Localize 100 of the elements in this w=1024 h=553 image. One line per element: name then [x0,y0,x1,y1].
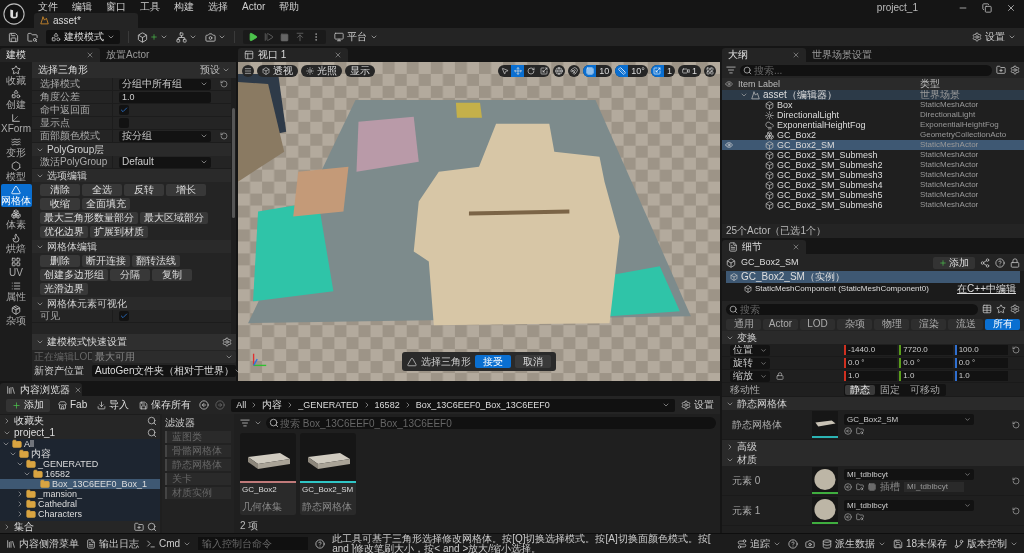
outliner-search-field[interactable]: 搜索... [740,64,992,76]
category-tab[interactable]: 烘焙 [0,232,32,255]
asset-tile[interactable]: GC_Box2_SM 静态网格体 [300,433,356,515]
tool-button[interactable]: 全选 [82,184,122,196]
outliner-row[interactable]: GC_Box2_SM_Submesh6 StaticMeshActor [722,200,1024,210]
reset-icon[interactable] [1012,346,1020,354]
asset-tile[interactable]: GC_Box2 几何体集 [240,433,296,515]
grid-icon[interactable] [868,483,876,491]
category-tab[interactable]: UV [0,256,32,279]
category-filter-tab[interactable]: 通用 [726,318,761,330]
content-drawer-button[interactable]: 内容侧滑菜单 [6,538,79,549]
cube-icon[interactable] [137,31,148,43]
snap-toggle[interactable] [583,65,597,77]
category-filter-tab[interactable]: 所有 [985,318,1020,330]
tool-button[interactable]: 扩展到材质 [90,226,148,238]
category-filter-tab[interactable]: 杂项 [837,318,872,330]
outliner-row[interactable]: GC_Box2_SM_Submesh5 StaticMeshActor [722,190,1024,200]
number-field[interactable]: 7720.0 [899,345,953,355]
viewport-tab[interactable]: 视口 1 [238,48,348,62]
tool-button[interactable]: 分隔 [110,269,150,281]
number-field[interactable]: 1.0 [844,371,898,381]
folder-row[interactable]: _mansion_ [0,489,160,499]
cancel-button[interactable]: 取消 [515,355,551,368]
number-field[interactable]: 0.0 ° [899,358,953,368]
close-icon[interactable] [1006,3,1016,13]
caret-icon[interactable] [3,429,11,437]
mobility-option[interactable]: 可移动 [905,384,945,395]
category-tab[interactable]: 创建 [0,88,32,111]
tool-button[interactable]: 收缩 [40,198,80,210]
number-field[interactable]: 0.0 ° [844,358,898,368]
view-mode-button[interactable]: 显示 [345,65,375,77]
tool-button[interactable]: 增长 [166,184,206,196]
outliner-row[interactable]: ExponentialHeightFog ExponentialHeightFog [722,120,1024,130]
outliner-row[interactable]: GC_Box2_SM StaticMeshActor [722,140,1024,150]
toolbar-button[interactable]: Fab [56,398,90,412]
menu-item[interactable]: 工具 [140,1,160,12]
caret-icon[interactable] [2,440,10,448]
outliner-row[interactable]: GC_Box2_SM_Submesh StaticMeshActor [722,150,1024,160]
category-tab[interactable]: XForm [0,112,32,135]
logo-icon[interactable] [3,3,25,25]
back-icon[interactable] [199,400,210,410]
number-field[interactable]: 1.0 [954,371,1008,381]
document-tab[interactable]: asset* [34,13,138,28]
section-header[interactable]: 静态网格体 [722,397,1024,410]
edit-in-cpp-link[interactable]: 在C++中编辑 [957,284,1020,294]
close-icon[interactable] [74,385,82,394]
tool-button[interactable]: 删除 [40,255,80,267]
tool-button[interactable]: 创建多边形组 [40,269,108,281]
add-component-button[interactable]: 添加 [933,256,975,269]
dropdown[interactable]: MI_tdblbcyt [844,500,974,511]
panel-tab[interactable]: 大纲 [722,48,806,62]
slot-field[interactable]: MI_tdblbcyt [904,482,964,492]
caret-icon[interactable] [3,523,11,531]
toolbar-button[interactable]: 导入 [95,398,132,412]
content-browser-tab[interactable]: 内容浏览器 [0,383,82,396]
play-icon[interactable] [248,32,258,42]
accept-button[interactable]: 接受 [475,355,511,368]
star-icon[interactable] [996,304,1006,314]
outliner-row[interactable]: GC_Box2_SM_Submesh3 StaticMeshActor [722,170,1024,180]
browse-icon[interactable] [856,513,864,521]
lock-icon[interactable] [1010,257,1020,268]
settings-icon[interactable] [222,337,232,347]
screenshot-icon[interactable] [804,538,815,549]
derived-data-button[interactable]: 派生数据 [821,538,886,549]
menu-item[interactable]: 帮助 [279,1,300,12]
category-filter-tab[interactable]: LOD [800,318,835,330]
stop-icon[interactable] [280,32,289,42]
settings-button[interactable]: 设置 [972,32,1016,42]
tool-button[interactable]: 全面填充 [82,198,130,210]
category-tab[interactable]: 收藏 [0,64,32,87]
transform-tool-button[interactable] [537,65,551,77]
search-icon[interactable] [147,522,157,532]
toolbar-button[interactable]: 添加 [6,398,50,412]
outliner-row[interactable]: GC_Box2_SM_Submesh4 StaticMeshActor [722,180,1024,190]
dropdown[interactable]: 缩放 [730,370,770,382]
presets-button[interactable]: 预设 [200,65,230,75]
tool-button[interactable]: 优化边界 [40,226,88,238]
number-field[interactable]: 100.0 [954,345,1008,355]
caret-icon[interactable] [662,401,670,409]
unsaved-button[interactable]: 18未保存 [892,538,947,549]
section-header[interactable]: 选项编辑 [32,169,231,182]
folder-row[interactable]: 16582 [0,469,160,479]
number-field[interactable]: 1.0 [119,91,211,103]
component-row[interactable]: StaticMeshComponent (StaticMeshComponent0) 在C++中编辑 [726,283,1020,295]
caret-icon[interactable] [16,500,24,508]
close-icon[interactable] [86,51,94,59]
console-input[interactable]: 输入控制台命令 [198,537,309,550]
output-log-button[interactable]: 输出日志 [86,538,139,549]
menu-item[interactable]: 窗口 [106,1,126,12]
caret-icon[interactable] [16,460,24,468]
save-icon[interactable] [8,31,19,43]
caret-icon[interactable] [16,490,24,498]
category-tab[interactable]: 模型 [0,160,32,183]
folder-row[interactable]: _GENERATED [0,459,160,469]
use-selected-icon[interactable] [844,427,852,435]
browse-icon[interactable] [856,483,864,491]
folder-row[interactable]: Cathedral [0,499,160,509]
section-header[interactable]: 变换 [722,331,1024,344]
tool-button[interactable]: 清除 [40,184,80,196]
tool-button[interactable]: 最大三角形数量部分 [40,212,138,224]
